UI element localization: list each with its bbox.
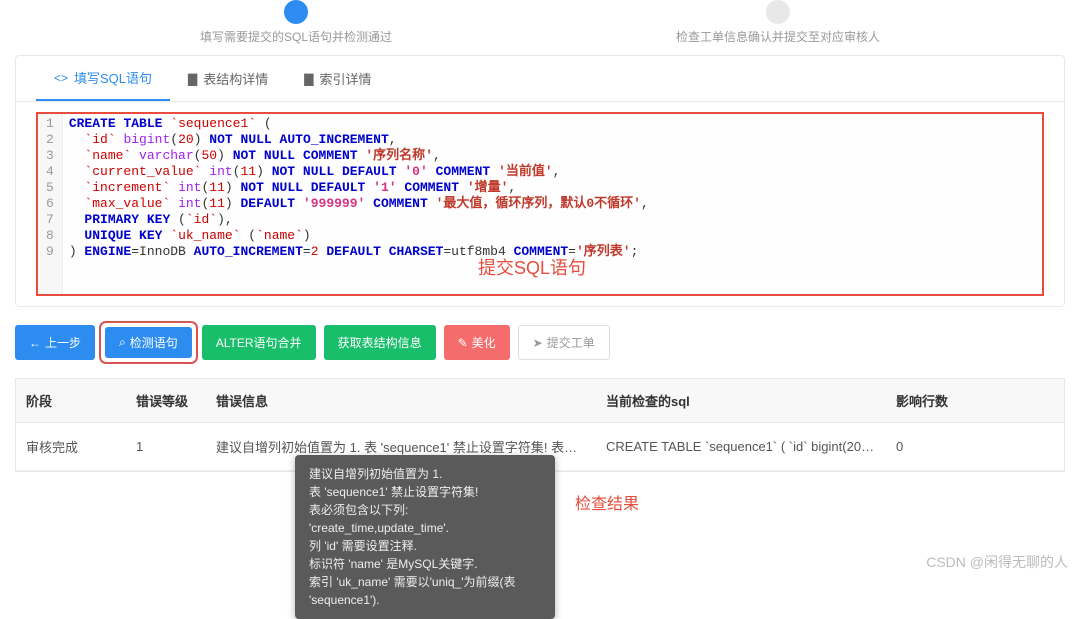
col-rows: 影响行数: [886, 379, 1064, 423]
step-circle-inactive: [766, 0, 790, 24]
action-buttons: ←上一步 ⌕检测语句 ALTER语句合并 获取表结构信息 ✎美化 ➤提交工单: [0, 307, 1080, 378]
folder-icon: ▇: [188, 72, 197, 86]
step-1: 填写需要提交的SQL语句并检测通过: [200, 0, 392, 45]
tab-fill-sql[interactable]: <> 填写SQL语句: [36, 56, 170, 101]
line-gutter: 123456789: [38, 114, 63, 294]
tab-table-struct[interactable]: ▇ 表结构详情: [170, 56, 286, 101]
tooltip-line: 表 'sequence1' 禁止设置字符集!: [309, 483, 541, 501]
tooltip-line: 标识符 'name' 是MySQL关键字.: [309, 555, 541, 573]
tooltip-line: 表必须包含以下列: 'create_time,update_time'.: [309, 501, 541, 537]
step-circle-active: [284, 0, 308, 24]
tooltip-line: 建议自增列初始值置为 1.: [309, 465, 541, 483]
main-card: <> 填写SQL语句 ▇ 表结构详情 ▇ 索引详情 123456789 CREA…: [15, 55, 1065, 307]
step-2: 检查工单信息确认并提交至对应审核人: [676, 0, 880, 45]
arrow-left-icon: ←: [29, 336, 41, 350]
beautify-button[interactable]: ✎美化: [444, 325, 510, 360]
submit-button[interactable]: ➤提交工单: [518, 325, 610, 360]
col-stage: 阶段: [16, 379, 126, 423]
wizard-steps: 填写需要提交的SQL语句并检测通过 检查工单信息确认并提交至对应审核人: [0, 0, 1080, 55]
tooltip-line: 索引 'uk_name' 需要以'uniq_'为前缀(表 'sequence1'…: [309, 573, 541, 609]
col-sql: 当前检查的sql: [596, 379, 886, 423]
tab-table-struct-label: 表结构详情: [203, 69, 268, 88]
tooltip-line: 列 'id' 需要设置注释.: [309, 537, 541, 555]
tab-index-detail-label: 索引详情: [320, 69, 372, 88]
code-icon: <>: [54, 71, 68, 85]
step-2-label: 检查工单信息确认并提交至对应审核人: [676, 28, 880, 45]
col-level: 错误等级: [126, 379, 206, 423]
prev-button[interactable]: ←上一步: [15, 325, 95, 360]
send-icon: ➤: [533, 336, 543, 350]
tab-index-detail[interactable]: ▇ 索引详情: [286, 56, 389, 101]
watermark: CSDN @闲得无聊的人: [926, 552, 1068, 572]
error-tooltip: 建议自增列初始值置为 1. 表 'sequence1' 禁止设置字符集! 表必须…: [295, 455, 555, 619]
sql-editor-highlight: 123456789 CREATE TABLE `sequence1` ( `id…: [36, 112, 1044, 296]
cell-stage: 审核完成: [16, 423, 126, 471]
cell-sql: CREATE TABLE `sequence1` ( `id` bigint(2…: [596, 423, 886, 471]
search-icon: ⌕: [119, 335, 126, 350]
table-header-row: 阶段 错误等级 错误信息 当前检查的sql 影响行数: [16, 379, 1064, 423]
get-struct-button[interactable]: 获取表结构信息: [324, 325, 436, 360]
tab-fill-sql-label: 填写SQL语句: [74, 68, 152, 87]
cell-level: 1: [126, 423, 206, 471]
step-1-label: 填写需要提交的SQL语句并检测通过: [200, 28, 392, 45]
tab-bar: <> 填写SQL语句 ▇ 表结构详情 ▇ 索引详情: [16, 56, 1064, 102]
alter-merge-button[interactable]: ALTER语句合并: [202, 325, 316, 360]
annotation-submit-sql: 提交SQL语句: [478, 254, 586, 280]
col-msg: 错误信息: [206, 379, 596, 423]
cell-rows: 0: [886, 423, 1064, 471]
check-sql-button[interactable]: ⌕检测语句: [105, 327, 192, 358]
check-button-highlight: ⌕检测语句: [103, 325, 194, 360]
annotation-check-result: 检查结果: [575, 490, 639, 514]
pencil-icon: ✎: [458, 336, 468, 350]
folder-icon: ▇: [304, 72, 313, 86]
